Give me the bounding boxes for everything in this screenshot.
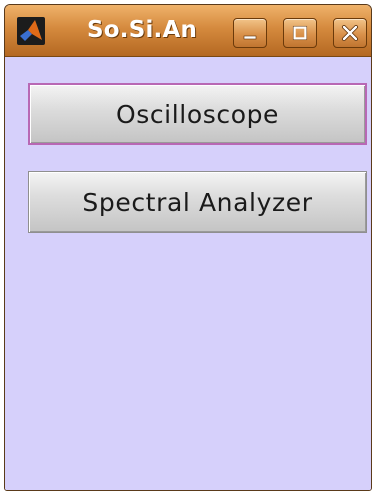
client-area: Oscilloscope Spectral Analyzer (5, 57, 371, 490)
minimize-button[interactable] (233, 18, 267, 48)
close-icon (342, 25, 358, 41)
matlab-logo-icon[interactable] (17, 17, 45, 45)
title-bar[interactable]: So.Si.An (5, 5, 371, 57)
oscilloscope-button[interactable]: Oscilloscope (28, 83, 367, 145)
close-button[interactable] (333, 18, 367, 48)
window-title: So.Si.An (87, 17, 198, 43)
maximize-icon (292, 25, 308, 41)
minimize-icon (243, 35, 257, 40)
app-window: So.Si.An Oscilloscope Spectral Analyzer (4, 4, 372, 491)
maximize-button[interactable] (283, 18, 317, 48)
spectral-analyzer-button[interactable]: Spectral Analyzer (28, 171, 367, 233)
